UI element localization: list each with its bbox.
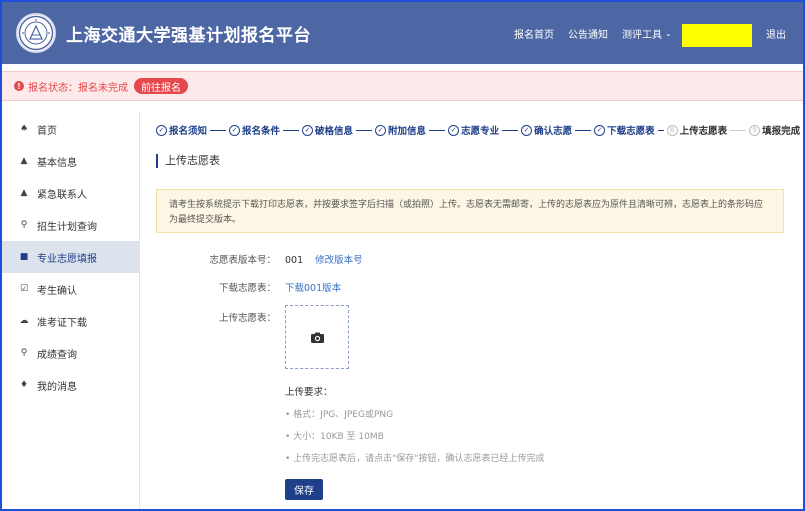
- step-label: 破格信息: [315, 126, 354, 137]
- step-1: ✓ 报名须知: [156, 123, 207, 137]
- step-connector: [657, 129, 664, 131]
- sidebar-item-0[interactable]: ♠ 首页: [2, 113, 139, 145]
- step-label: 下载志愿表: [607, 126, 655, 137]
- alert-icon: !: [14, 81, 24, 91]
- search-icon: ⚲: [20, 220, 28, 230]
- seal-icon: [18, 15, 54, 51]
- registration-status-bar: ! 报名状态：报名未完成 前往报名: [2, 71, 803, 101]
- bell-icon: ♦: [19, 380, 29, 390]
- logout-link[interactable]: 退出: [766, 26, 786, 41]
- version-row: 001 修改版本号: [285, 252, 363, 266]
- requirement-save-note: • 上传完志愿表后，请点击"保存"按钮，确认志愿表已经上传完成: [285, 454, 545, 464]
- step-label: 报名条件: [242, 126, 281, 137]
- sidebar-item-7[interactable]: ⚲ 成绩查询: [2, 337, 139, 369]
- check-circle-icon: ✓: [521, 124, 533, 136]
- sidebar-item-label: 成绩查询: [37, 349, 77, 361]
- step-3: ✓ 破格信息: [302, 123, 353, 137]
- step-number-icon: 9: [749, 124, 761, 136]
- step-number-icon: 8: [666, 124, 678, 136]
- edit-version-link[interactable]: 修改版本号: [315, 255, 363, 266]
- download-version-link[interactable]: 下载001版本: [285, 280, 341, 294]
- nav-notice-link[interactable]: 公告通知: [568, 26, 608, 41]
- step-6: ✓ 确认志愿: [521, 123, 572, 137]
- redacted-username[interactable]: [682, 24, 752, 47]
- upload-dropzone[interactable]: [285, 305, 349, 369]
- sidebar-item-label: 专业志愿填报: [37, 253, 97, 265]
- step-connector: [283, 129, 300, 131]
- requirement-format: • 格式：JPG、JPEG或PNG: [285, 410, 394, 420]
- step-9: 9 填报完成: [749, 123, 800, 137]
- nav-home-link[interactable]: 报名首页: [514, 26, 554, 41]
- download-label: 下载志愿表：: [218, 283, 276, 294]
- sidebar-item-label: 首页: [37, 125, 57, 137]
- sidebar-item-1[interactable]: ▲ 基本信息: [2, 145, 139, 177]
- step-label: 填报完成: [762, 126, 801, 137]
- sidebar-item-2[interactable]: ▲ 紧急联系人: [2, 177, 139, 209]
- step-label: 志愿专业: [461, 126, 500, 137]
- step-label: 报名须知: [169, 126, 208, 137]
- step-label: 确认志愿: [534, 126, 573, 137]
- sidebar: ♠ 首页 ▲ 基本信息 ▲ 紧急联系人 ⚲ 招生计划查询 ■ 专业志愿填报 ☑ 考生确认 ☁ 准考证下载 ⚲…: [2, 113, 140, 509]
- sidebar-item-label: 我的消息: [37, 381, 77, 393]
- step-4: ✓ 附加信息: [375, 123, 426, 137]
- upload-label: 上传志愿表：: [218, 313, 276, 324]
- version-label: 志愿表版本号：: [209, 255, 276, 266]
- check-circle-icon: ✓: [229, 124, 241, 136]
- sidebar-item-3[interactable]: ⚲ 招生计划查询: [2, 209, 139, 241]
- check-circle-icon: ✓: [302, 124, 314, 136]
- check-circle-icon: ✓: [594, 124, 606, 136]
- save-button[interactable]: 保存: [285, 479, 323, 500]
- step-connector: [210, 129, 227, 131]
- sidebar-item-6[interactable]: ☁ 准考证下载: [2, 305, 139, 337]
- step-connector: [502, 129, 519, 131]
- sidebar-item-8[interactable]: ♦ 我的消息: [2, 369, 139, 401]
- section-title: 上传志愿表: [156, 154, 220, 168]
- go-register-button[interactable]: 前往报名: [134, 78, 188, 94]
- form-icon: ■: [19, 252, 29, 262]
- step-label: 附加信息: [388, 126, 427, 137]
- notice-box: 请考生按系统提示下载打印志愿表，并按要求签字后扫描（或拍照）上传。志愿表无需邮寄…: [156, 189, 784, 233]
- sidebar-item-label: 招生计划查询: [37, 221, 97, 233]
- search-icon: ⚲: [20, 348, 28, 358]
- main-content: ✓ 报名须知 ✓ 报名条件 ✓ 破格信息 ✓ 附加信息 ✓ 志愿专业 ✓ 确认志愿 ✓ 下载志愿表 8 上传志…: [140, 113, 803, 509]
- sidebar-item-label: 紧急联系人: [37, 189, 87, 201]
- site-title: 上海交通大学强基计划报名平台: [66, 26, 311, 46]
- confirm-icon: ☑: [19, 284, 29, 294]
- check-circle-icon: ✓: [375, 124, 387, 136]
- step-connector: [575, 129, 592, 131]
- nav-tools-label: 测评工具: [622, 30, 662, 41]
- contact-icon: ▲: [20, 188, 28, 198]
- home-icon: ♠: [19, 124, 29, 134]
- version-value: 001: [285, 255, 304, 266]
- app-window: 上海交通大学强基计划报名平台 报名首页 公告通知 测评工具 ⌄ 退出 ! 报名状…: [0, 0, 805, 511]
- step-8: 8 上传志愿表: [666, 123, 728, 137]
- user-icon: ▲: [20, 156, 28, 166]
- requirements-title: 上传要求：: [285, 387, 333, 398]
- check-circle-icon: ✓: [156, 124, 167, 136]
- sidebar-item-label: 准考证下载: [37, 317, 87, 329]
- step-7: ✓ 下载志愿表: [594, 123, 655, 137]
- chevron-down-icon: ⌄: [665, 29, 672, 38]
- sidebar-item-5[interactable]: ☑ 考生确认: [2, 273, 139, 305]
- step-connector: [730, 129, 747, 131]
- camera-icon: [310, 332, 324, 343]
- step-2: ✓ 报名条件: [229, 123, 280, 137]
- step-connector: [356, 129, 373, 131]
- top-header: 上海交通大学强基计划报名平台 报名首页 公告通知 测评工具 ⌄ 退出: [2, 2, 803, 64]
- status-text: 报名状态：报名未完成: [28, 82, 128, 94]
- step-label: 上传志愿表: [679, 126, 728, 137]
- sidebar-item-4[interactable]: ■ 专业志愿填报: [2, 241, 139, 273]
- requirement-size: • 大小：10KB 至 10MB: [285, 432, 384, 442]
- step-5: ✓ 志愿专业: [448, 123, 499, 137]
- cloud-download-icon: ☁: [19, 316, 29, 326]
- check-circle-icon: ✓: [448, 124, 460, 136]
- sidebar-item-label: 基本信息: [37, 157, 77, 169]
- university-logo: [16, 13, 56, 53]
- step-connector: [429, 129, 446, 131]
- progress-steps: ✓ 报名须知 ✓ 报名条件 ✓ 破格信息 ✓ 附加信息 ✓ 志愿专业 ✓ 确认志愿 ✓ 下载志愿表 8 上传志…: [156, 123, 800, 137]
- sidebar-item-label: 考生确认: [37, 285, 77, 297]
- nav-tools-dropdown[interactable]: 测评工具 ⌄: [622, 26, 672, 41]
